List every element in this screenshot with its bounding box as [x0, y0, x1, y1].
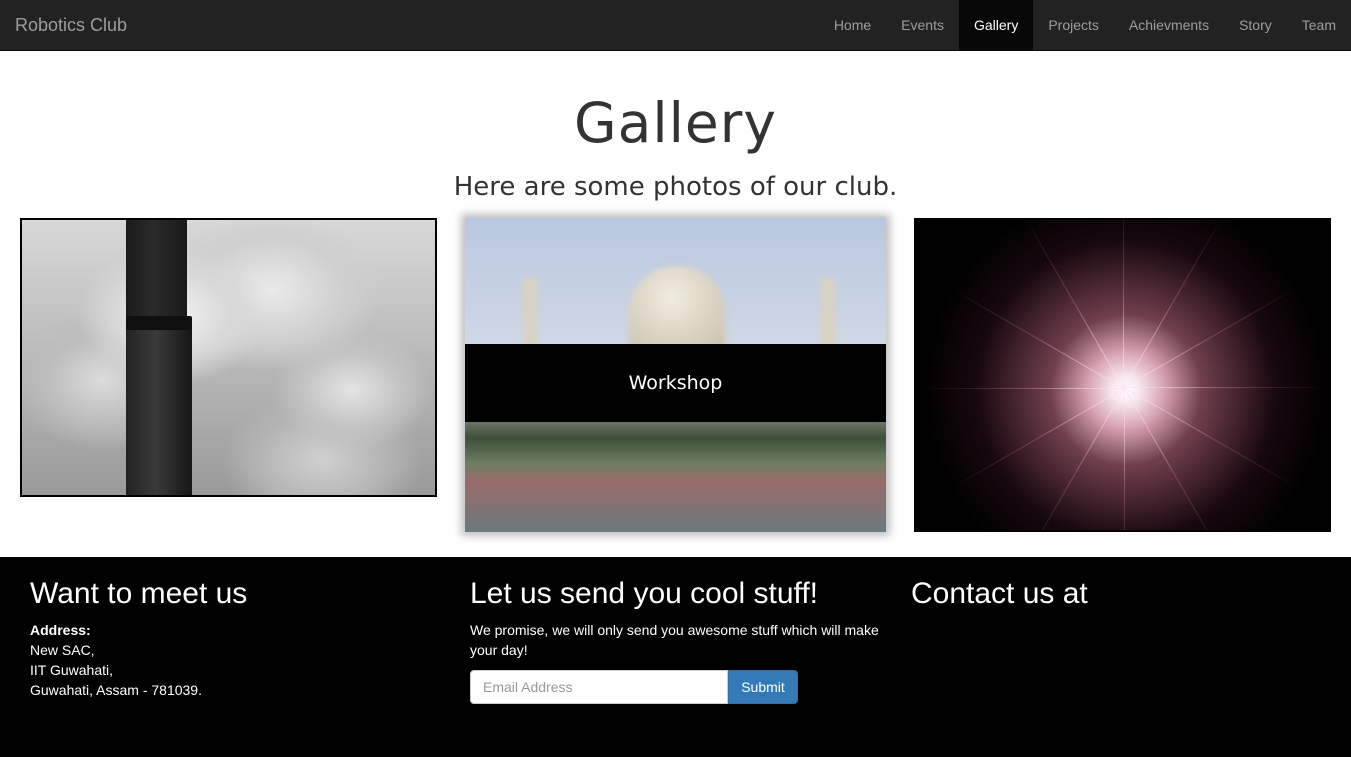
gallery-photo-taj-mahal[interactable]: Workshop: [465, 218, 886, 532]
nav-item-story[interactable]: Story: [1224, 0, 1287, 50]
footer-newsletter-heading: Let us send you cool stuff!: [470, 577, 819, 610]
chimney-cap-shape: [126, 316, 192, 330]
firework-spark: [1124, 387, 1225, 530]
brand-link[interactable]: Robotics Club: [15, 0, 127, 50]
footer-contact-heading: Contact us at: [911, 577, 1088, 610]
address-block: Address: New SAC, IIT Guwahati, Guwahati…: [30, 620, 202, 700]
nav-item-achievments[interactable]: Achievments: [1114, 0, 1224, 50]
nav-item-gallery[interactable]: Gallery: [958, 0, 1034, 50]
firework-spark: [1123, 220, 1224, 388]
page-title: Gallery: [574, 91, 777, 155]
firework-spark: [1124, 387, 1324, 388]
nav-item-home[interactable]: Home: [819, 0, 886, 50]
photo-caption-overlay: Workshop: [465, 344, 886, 422]
footer: Want to meet us Address: New SAC, IIT Gu…: [0, 557, 1351, 757]
chimney-shape: [126, 318, 192, 495]
address-line: New SAC,: [30, 642, 95, 658]
nav-item-events[interactable]: Events: [886, 0, 959, 50]
address-line: IIT Guwahati,: [30, 662, 114, 678]
gallery-photo-fireworks[interactable]: [914, 218, 1331, 532]
footer-meet-heading: Want to meet us: [30, 577, 248, 610]
dome-shape: [629, 266, 725, 356]
page-subtitle: Here are some photos of our club.: [453, 172, 898, 202]
navbar: Robotics Club Home Events Gallery Projec…: [0, 0, 1351, 51]
submit-button[interactable]: Submit: [728, 670, 798, 704]
nav-item-team[interactable]: Team: [1287, 0, 1351, 50]
address-label: Address:: [30, 622, 91, 638]
firework-spark: [1123, 220, 1124, 388]
gallery-photo-smokestack[interactable]: [20, 218, 437, 497]
firework-spark: [1123, 287, 1298, 388]
firework-spark: [950, 388, 1125, 489]
firework-spark: [1124, 388, 1125, 530]
firework-spark: [924, 388, 1124, 389]
firework-spark: [1023, 220, 1124, 389]
firework-spark: [950, 288, 1124, 389]
nav-item-projects[interactable]: Projects: [1033, 0, 1114, 50]
firework-spark: [1024, 388, 1125, 530]
photo-caption: Workshop: [628, 372, 723, 394]
nav-menu: Home Events Gallery Projects Achievments…: [819, 0, 1351, 50]
email-field[interactable]: [470, 670, 728, 704]
address-line: Guwahati, Assam - 781039.: [30, 682, 202, 698]
firework-spark: [1124, 387, 1298, 488]
newsletter-text: We promise, we will only send you awesom…: [470, 622, 879, 658]
